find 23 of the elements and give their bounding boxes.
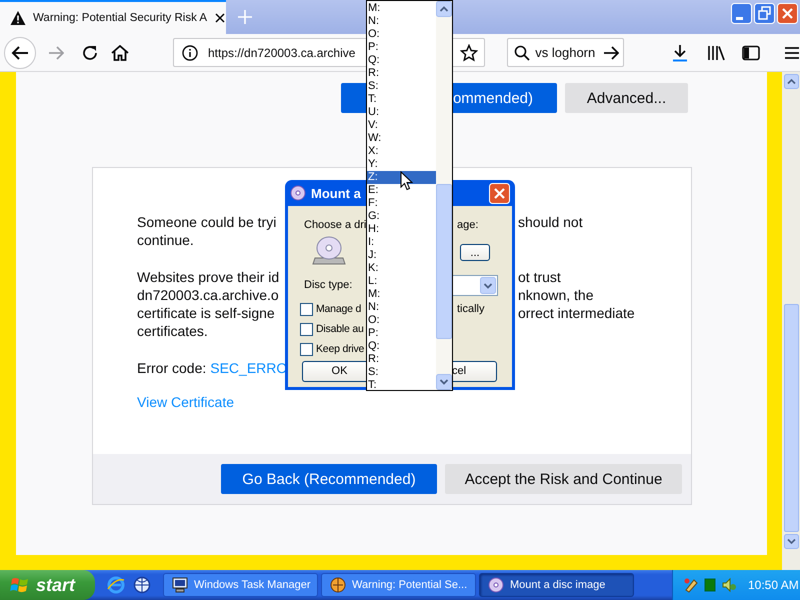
paragraph-text: continue. bbox=[137, 231, 195, 249]
search-text: vs loghorn bbox=[535, 45, 596, 60]
paragraph-text: certificates. bbox=[137, 322, 209, 340]
checkbox-label: Keep drive bbox=[316, 343, 364, 355]
paragraph-text: ot trust bbox=[518, 268, 561, 286]
paragraph-text: certificate is self-signe bbox=[137, 304, 276, 322]
tab-title: Warning: Potential Security Risk A bbox=[33, 12, 208, 24]
paragraph-text: Someone could be tryi bbox=[137, 213, 278, 231]
error-code-label: Error code: bbox=[137, 359, 206, 377]
instruction-text: age: bbox=[456, 219, 480, 231]
paragraph-text: orrect intermediate bbox=[518, 304, 635, 322]
paragraph-text: nknown, the bbox=[518, 286, 594, 304]
checkbox-label: Disable au bbox=[316, 323, 364, 335]
paragraph-text: Websites prove their id bbox=[137, 268, 280, 286]
clock: 10:50 AM bbox=[748, 578, 799, 592]
paragraph-text: dn720003.ca.archive.o bbox=[137, 286, 280, 304]
checkbox-label: Manage d bbox=[316, 303, 362, 315]
disc-type-label: Disc type: bbox=[304, 279, 354, 291]
instruction-text: Choose a dri bbox=[304, 219, 366, 231]
checkbox-label: tically bbox=[456, 303, 486, 315]
paragraph-text: should not bbox=[518, 213, 583, 231]
dialog-title: Mount a bbox=[311, 186, 361, 200]
url-text: https://dn720003.ca.archive bbox=[208, 46, 356, 60]
